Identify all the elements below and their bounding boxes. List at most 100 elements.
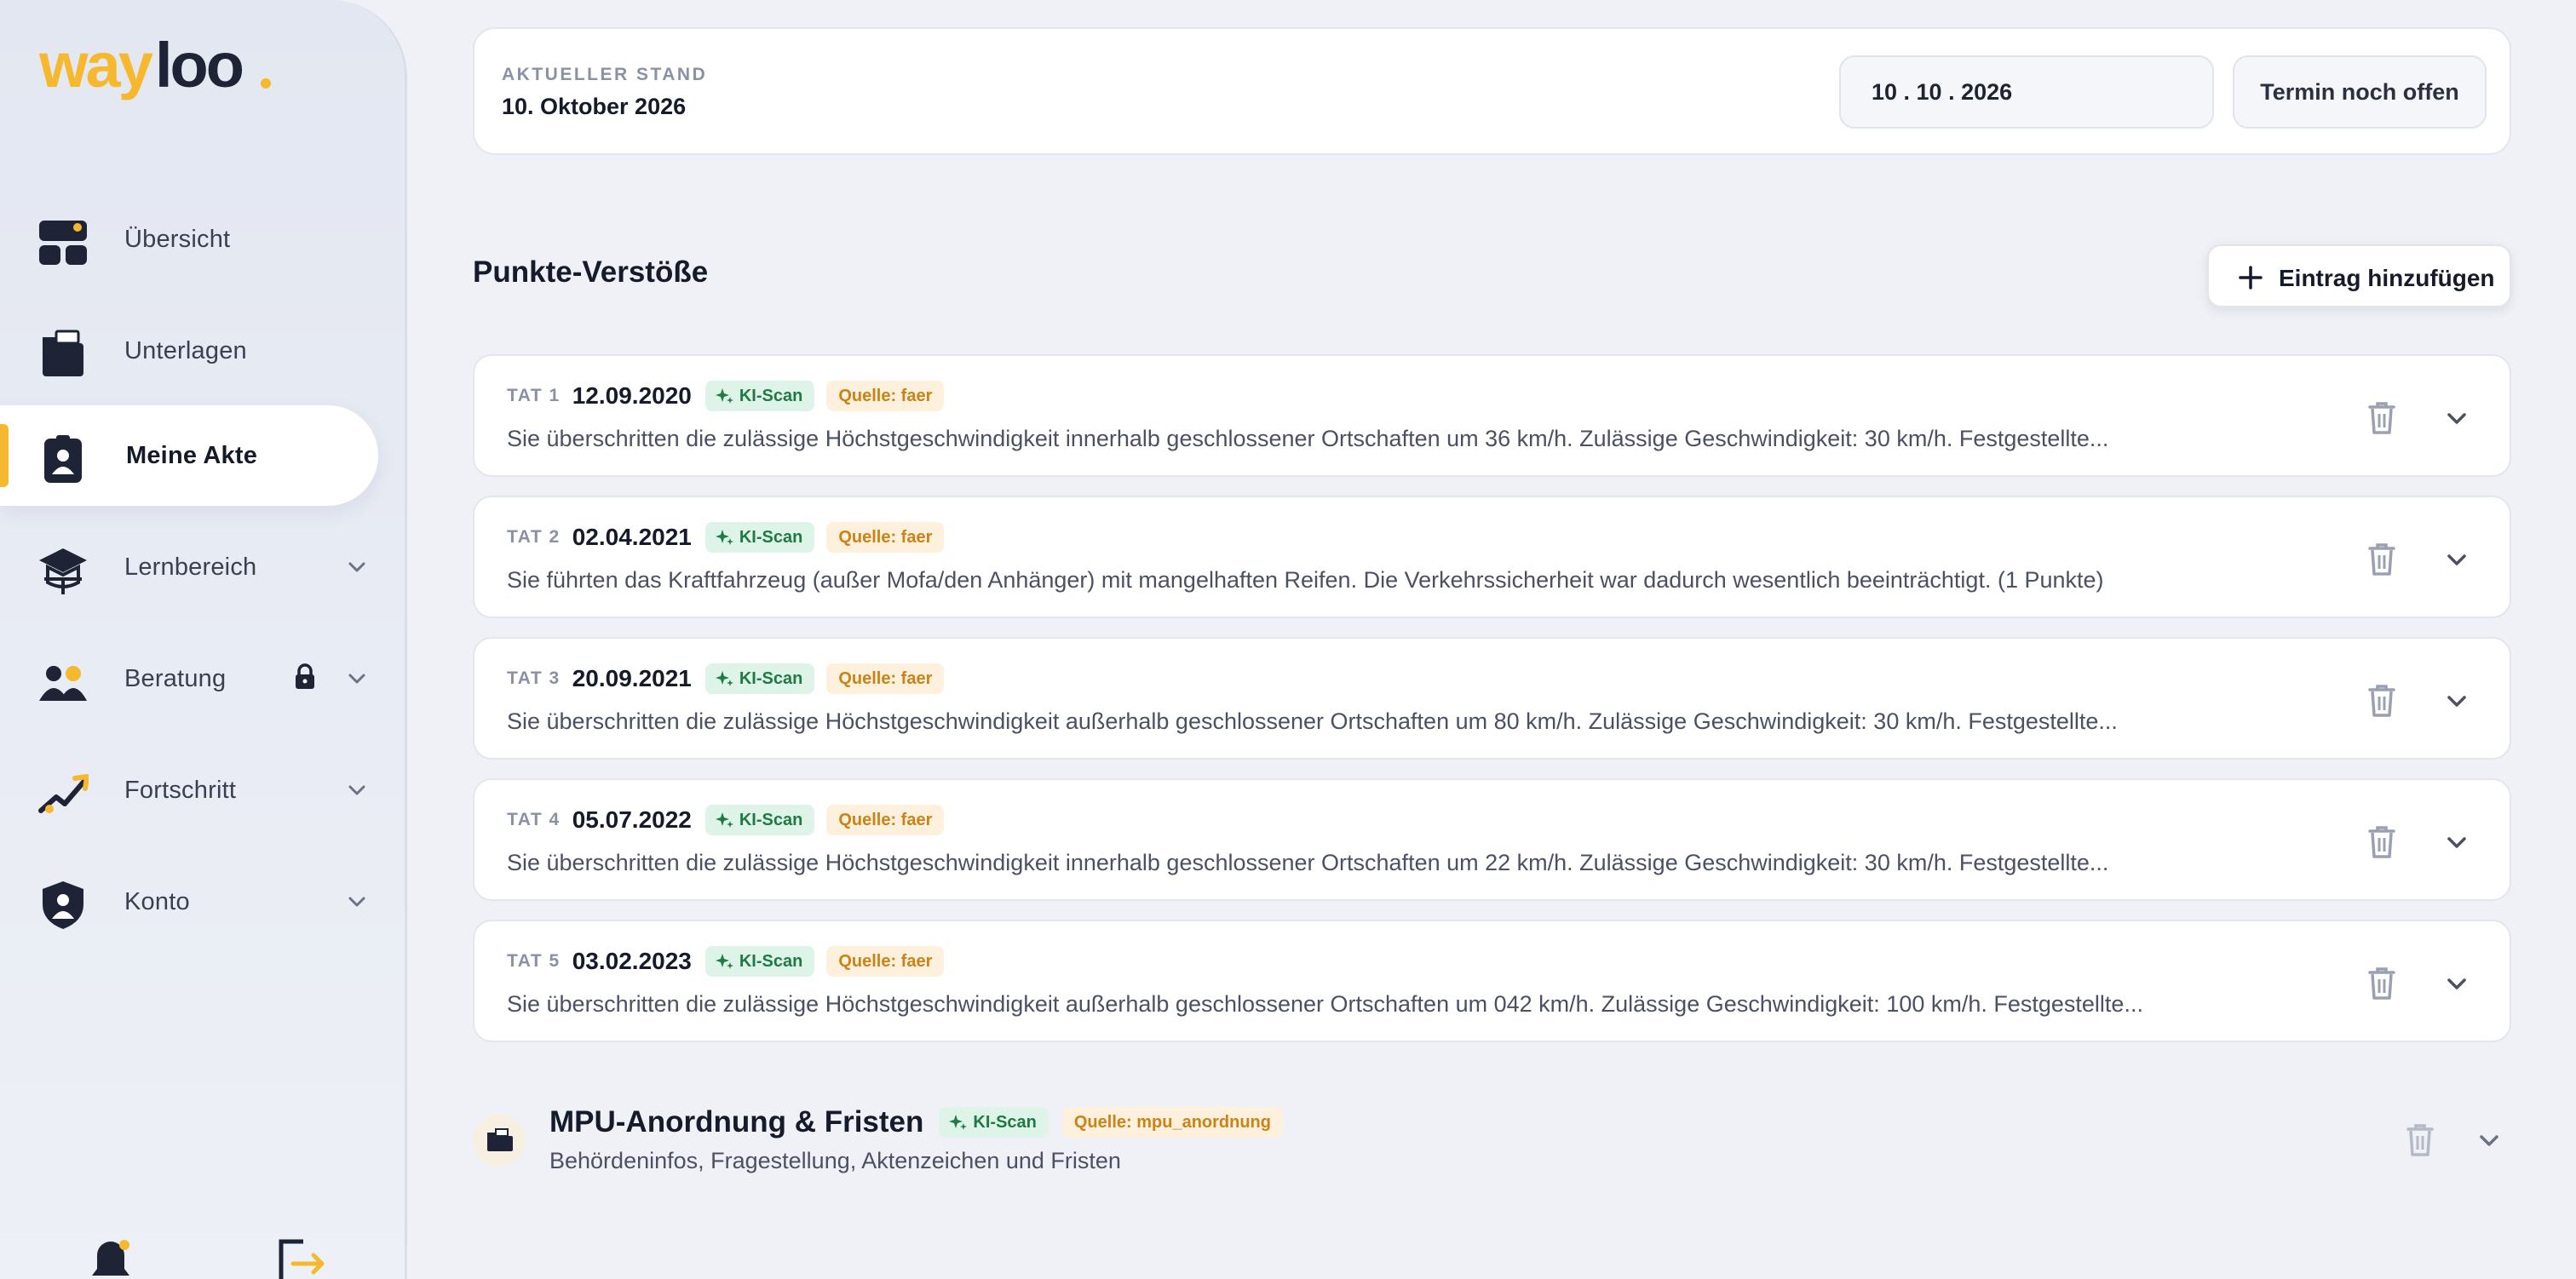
tat-label: TAT 5 xyxy=(507,951,561,971)
mpu-subtitle: Behördeninfos, Fragestellung, Aktenzeich… xyxy=(549,1148,1121,1173)
trash-icon[interactable] xyxy=(2403,1121,2437,1158)
trash-icon[interactable] xyxy=(2365,681,2399,719)
add-entry-label: Eintrag hinzufügen xyxy=(2279,265,2495,291)
ki-scan-label: KI-Scan xyxy=(739,527,803,547)
sidebar-item-label: Meine Akte xyxy=(126,442,258,469)
ki-scan-label: KI-Scan xyxy=(973,1112,1037,1132)
violation-date: 12.09.2020 xyxy=(572,382,692,409)
sparkle-icon xyxy=(715,530,733,545)
mpu-header: MPU-Anordnung & Fristen KI-Scan Quelle: … xyxy=(549,1104,1283,1141)
violation-description: Sie überschritten die zulässige Höchstge… xyxy=(507,850,2109,875)
violation-description: Sie führten das Kraftfahrzeug (außer Mof… xyxy=(507,567,2104,593)
sidebar: way loo Übersicht Unterlagen Meine Akte … xyxy=(0,0,407,1279)
wayloo-logo[interactable]: way loo xyxy=(39,26,278,119)
sidebar-item-beratung[interactable]: Beratung xyxy=(0,628,378,729)
ki-scan-badge: KI-Scan xyxy=(704,522,815,553)
sidebar-item-uebersicht[interactable]: Übersicht xyxy=(0,189,378,290)
add-entry-button[interactable]: Eintrag hinzufügen xyxy=(2207,244,2511,307)
appointment-open-button[interactable]: Termin noch offen xyxy=(2233,55,2487,129)
trash-icon[interactable] xyxy=(2365,399,2399,436)
violation-header: TAT 4 05.07.2022 KI-Scan Quelle: faer xyxy=(507,804,945,836)
violation-card[interactable]: TAT 3 20.09.2021 KI-Scan Quelle: faer Si… xyxy=(473,637,2511,760)
progress-trend-icon xyxy=(38,774,89,813)
lock-icon xyxy=(296,663,314,689)
logout-icon[interactable] xyxy=(274,1236,329,1279)
chevron-down-icon[interactable] xyxy=(2442,545,2471,574)
dashboard-icon xyxy=(39,221,87,265)
tat-label: TAT 1 xyxy=(507,386,561,405)
chevron-down-icon[interactable] xyxy=(2442,969,2471,998)
violation-date: 03.02.2023 xyxy=(572,948,692,974)
mpu-section[interactable]: MPU-Anordnung & Fristen KI-Scan Quelle: … xyxy=(473,1090,2511,1192)
mpu-title: MPU-Anordnung & Fristen xyxy=(549,1105,924,1138)
violation-card[interactable]: TAT 2 02.04.2021 KI-Scan Quelle: faer Si… xyxy=(473,496,2511,618)
ki-scan-label: KI-Scan xyxy=(739,951,803,971)
ki-scan-label: KI-Scan xyxy=(739,810,803,829)
violation-description: Sie überschritten die zulässige Höchstge… xyxy=(507,426,2109,451)
users-icon xyxy=(39,666,87,701)
violation-card[interactable]: TAT 5 03.02.2023 KI-Scan Quelle: faer Si… xyxy=(473,920,2511,1042)
mpu-folder-icon xyxy=(473,1114,526,1167)
sidebar-item-label: Beratung xyxy=(124,665,227,692)
sparkle-icon xyxy=(949,1115,968,1130)
sidebar-item-label: Konto xyxy=(124,888,190,915)
trash-icon[interactable] xyxy=(2365,823,2399,860)
date-input[interactable] xyxy=(1839,55,2214,129)
source-badge: Quelle: faer xyxy=(826,663,945,694)
trash-icon[interactable] xyxy=(2365,540,2399,577)
svg-text:loo: loo xyxy=(155,30,243,100)
violation-card[interactable]: TAT 1 12.09.2020 KI-Scan Quelle: faer Si… xyxy=(473,354,2511,477)
graduation-cap-icon xyxy=(39,548,87,594)
source-badge: Quelle: mpu_anordnung xyxy=(1061,1107,1283,1138)
sparkle-icon xyxy=(715,671,733,686)
chevron-down-icon[interactable] xyxy=(344,889,370,915)
sidebar-item-unterlagen[interactable]: Unterlagen xyxy=(0,301,378,401)
trash-icon[interactable] xyxy=(2365,964,2399,1001)
sidebar-item-label: Übersicht xyxy=(124,226,231,253)
sidebar-item-meine-akte[interactable]: Meine Akte xyxy=(0,405,378,506)
chevron-down-icon[interactable] xyxy=(344,666,370,691)
sparkle-icon xyxy=(715,954,733,969)
shield-user-icon xyxy=(43,881,83,929)
source-badge: Quelle: faer xyxy=(826,946,945,977)
violation-card[interactable]: TAT 4 05.07.2022 KI-Scan Quelle: faer Si… xyxy=(473,778,2511,901)
sparkle-icon xyxy=(715,388,733,404)
bell-icon[interactable] xyxy=(83,1236,138,1279)
plus-icon xyxy=(2239,266,2263,290)
violation-header: TAT 3 20.09.2021 KI-Scan Quelle: faer xyxy=(507,662,945,695)
ki-scan-badge: KI-Scan xyxy=(704,805,815,835)
chevron-down-icon[interactable] xyxy=(344,554,370,580)
chevron-down-icon[interactable] xyxy=(344,777,370,803)
source-badge: Quelle: faer xyxy=(826,805,945,835)
ki-scan-label: KI-Scan xyxy=(739,668,803,688)
violation-description: Sie überschritten die zulässige Höchstge… xyxy=(507,708,2118,734)
sidebar-item-lernbereich[interactable]: Lernbereich xyxy=(0,517,378,617)
tat-label: TAT 2 xyxy=(507,527,561,547)
ki-scan-badge: KI-Scan xyxy=(704,381,815,411)
violation-description: Sie überschritten die zulässige Höchstge… xyxy=(507,991,2143,1017)
source-badge: Quelle: faer xyxy=(826,381,945,411)
folder-icon xyxy=(43,330,83,376)
chevron-down-icon[interactable] xyxy=(2475,1126,2504,1155)
ki-scan-label: KI-Scan xyxy=(739,386,803,405)
violation-header: TAT 1 12.09.2020 KI-Scan Quelle: faer xyxy=(507,380,945,412)
source-badge: Quelle: faer xyxy=(826,522,945,553)
sidebar-item-label: Lernbereich xyxy=(124,553,257,581)
sidebar-item-label: Unterlagen xyxy=(124,337,247,364)
active-indicator xyxy=(0,424,9,487)
status-card: AKTUELLER STAND 10. Oktober 2026 Termin … xyxy=(473,27,2511,155)
violation-date: 20.09.2021 xyxy=(572,665,692,691)
sparkle-icon xyxy=(715,812,733,828)
chevron-down-icon[interactable] xyxy=(2442,404,2471,433)
svg-text:way: way xyxy=(39,30,153,100)
violation-header: TAT 5 03.02.2023 KI-Scan Quelle: faer xyxy=(507,945,945,978)
violation-date: 05.07.2022 xyxy=(572,806,692,833)
sidebar-item-konto[interactable]: Konto xyxy=(0,852,378,952)
ki-scan-badge: KI-Scan xyxy=(704,663,815,694)
sidebar-item-fortschritt[interactable]: Fortschritt xyxy=(0,740,378,840)
chevron-down-icon[interactable] xyxy=(2442,686,2471,715)
violation-date: 02.04.2021 xyxy=(572,524,692,550)
tat-label: TAT 4 xyxy=(507,810,561,829)
ki-scan-badge: KI-Scan xyxy=(939,1107,1049,1138)
chevron-down-icon[interactable] xyxy=(2442,828,2471,857)
